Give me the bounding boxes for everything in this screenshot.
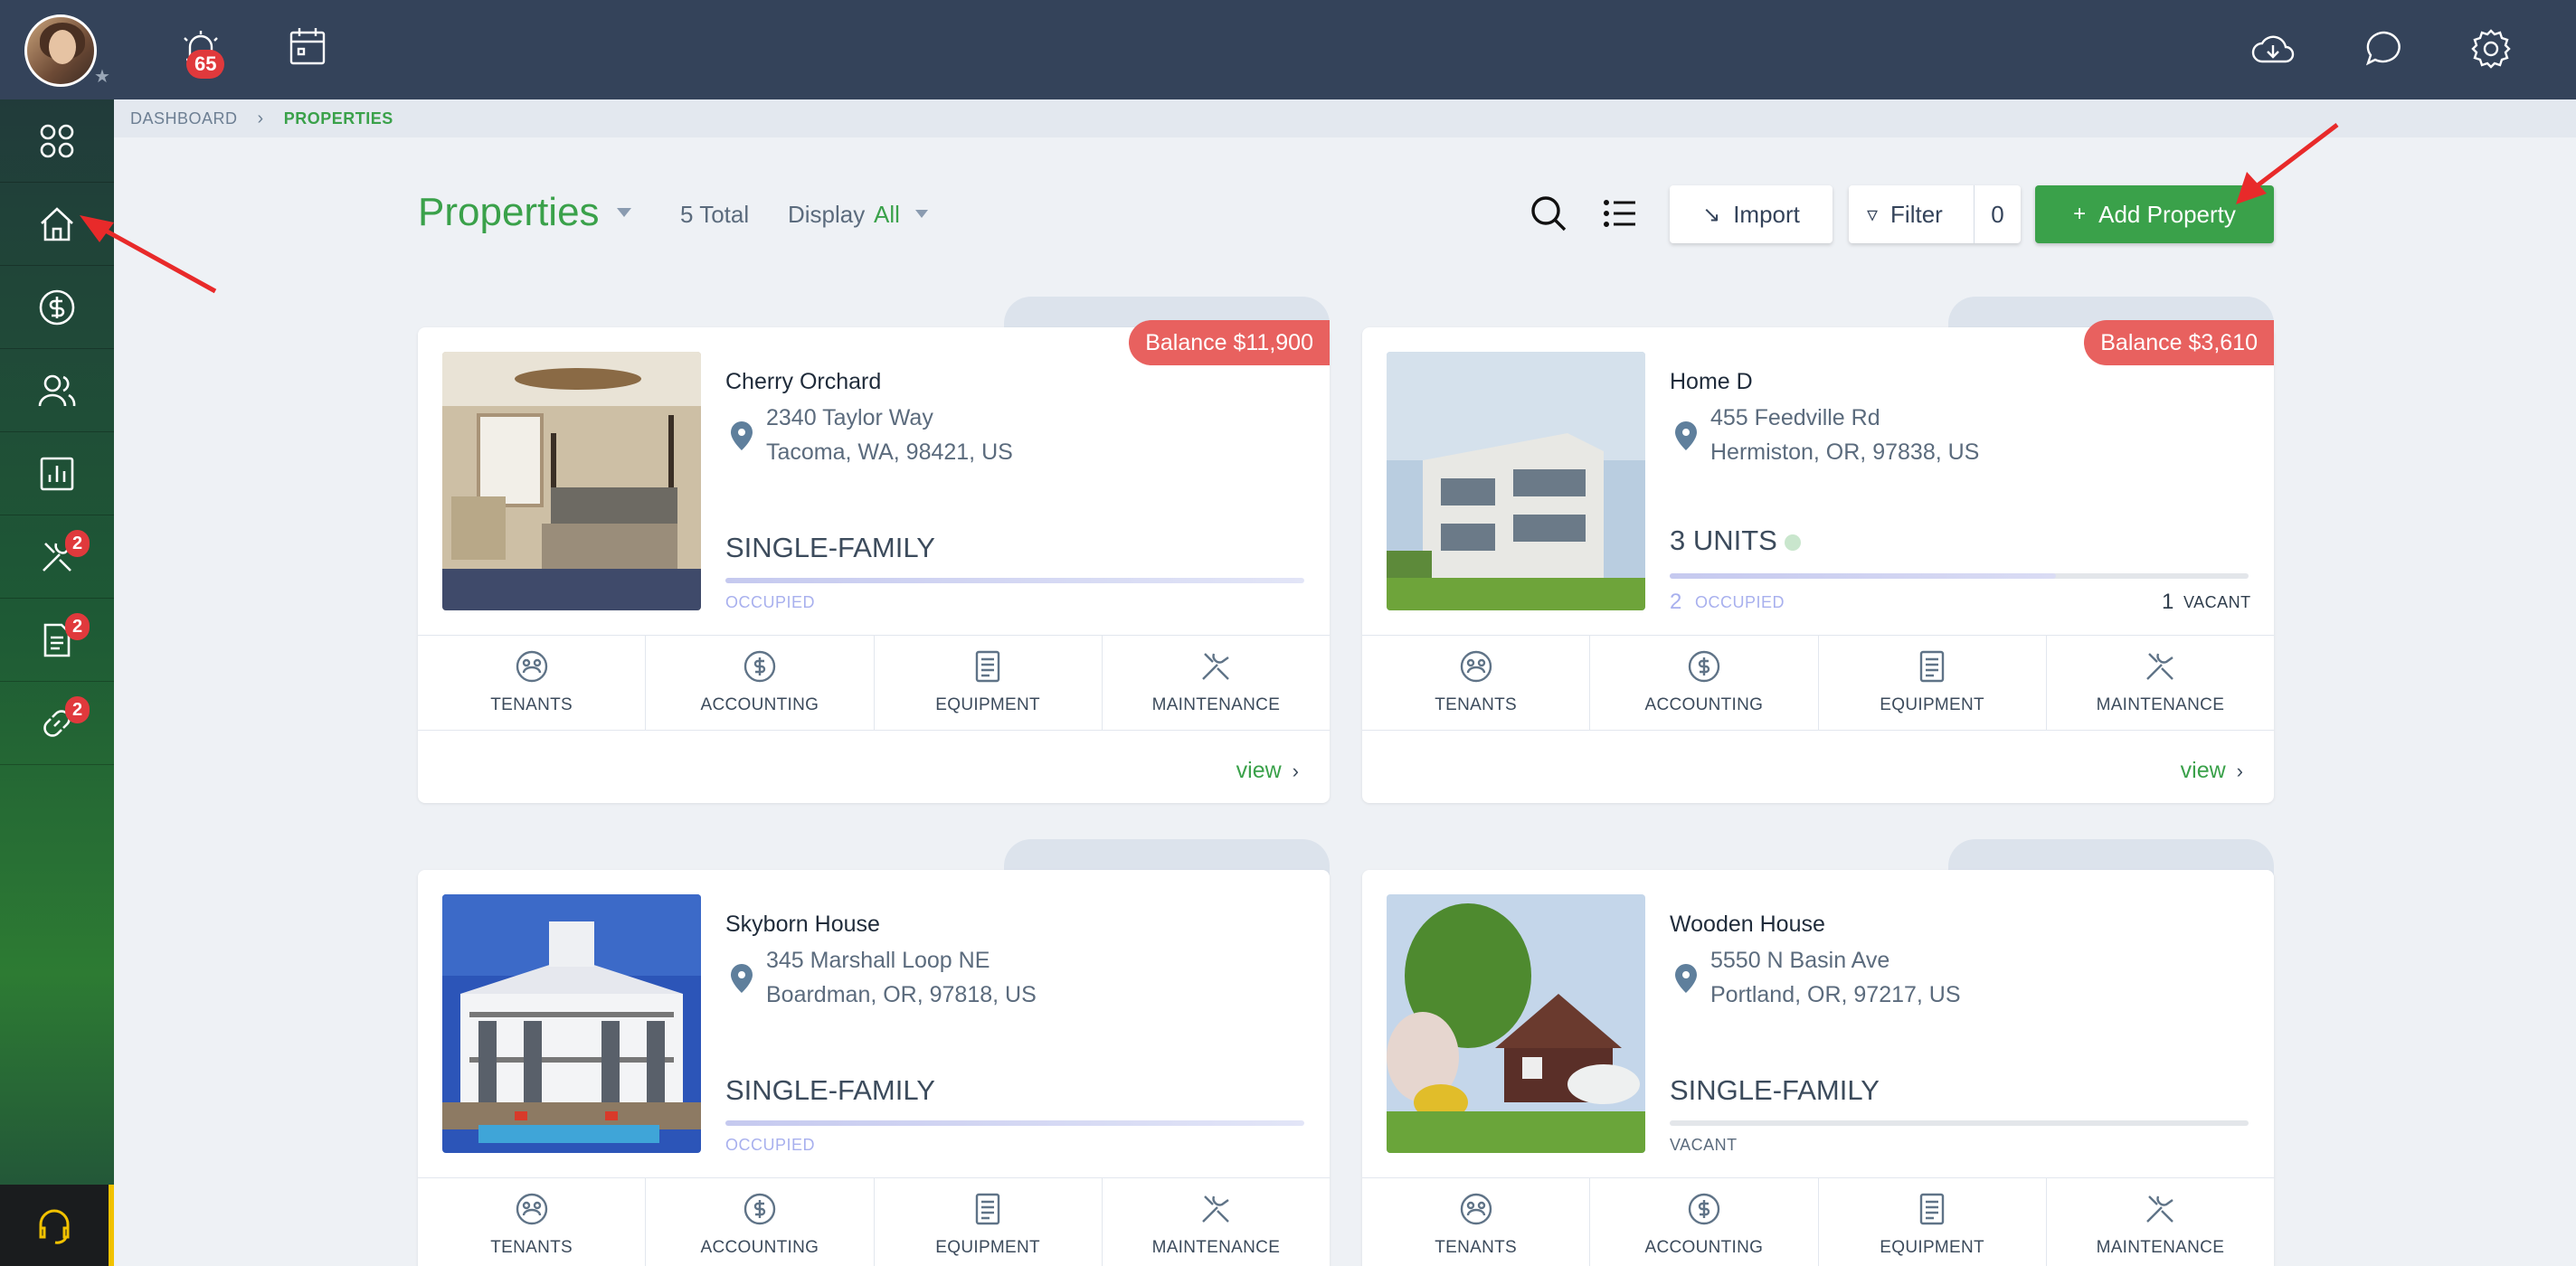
annotation-arrows: [80, 123, 2339, 294]
